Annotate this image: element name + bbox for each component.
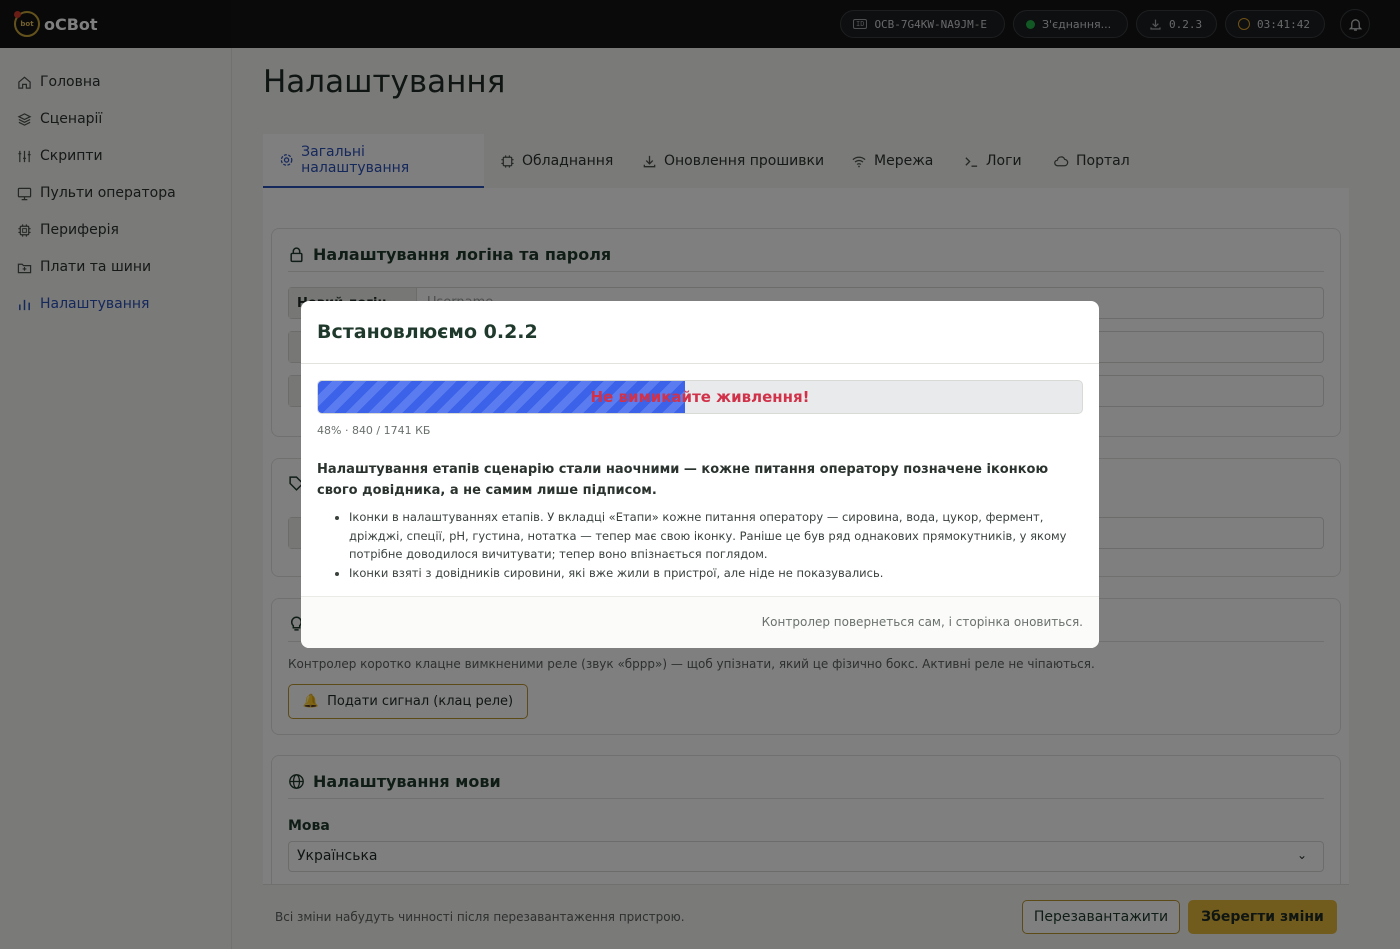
progress-meta: 48% · 840 / 1741 КБ	[317, 424, 431, 437]
release-notes-headline: Налаштування етапів сценарію стали наочн…	[317, 462, 1049, 498]
firmware-install-modal: Встановлюємо 0.2.2 Не вимикайте живлення…	[301, 301, 1099, 648]
modal-footer: Контролер повернеться сам, і сторінка он…	[301, 596, 1099, 648]
modal-footer-note: Контролер повернеться сам, і сторінка он…	[761, 615, 1083, 629]
power-warning: Не вимикайте живлення!	[590, 388, 810, 406]
modal-title: Встановлюємо 0.2.2	[317, 321, 538, 343]
modal-header: Встановлюємо 0.2.2	[301, 301, 1099, 364]
install-progress-bar: Не вимикайте живлення!	[317, 380, 1083, 414]
list-item: Іконки взяті з довідників сировини, які …	[349, 564, 1093, 583]
list-item: Іконки в налаштуваннях етапів. У вкладці…	[349, 508, 1093, 564]
release-notes-list: Іконки в налаштуваннях етапів. У вкладці…	[333, 508, 1093, 582]
